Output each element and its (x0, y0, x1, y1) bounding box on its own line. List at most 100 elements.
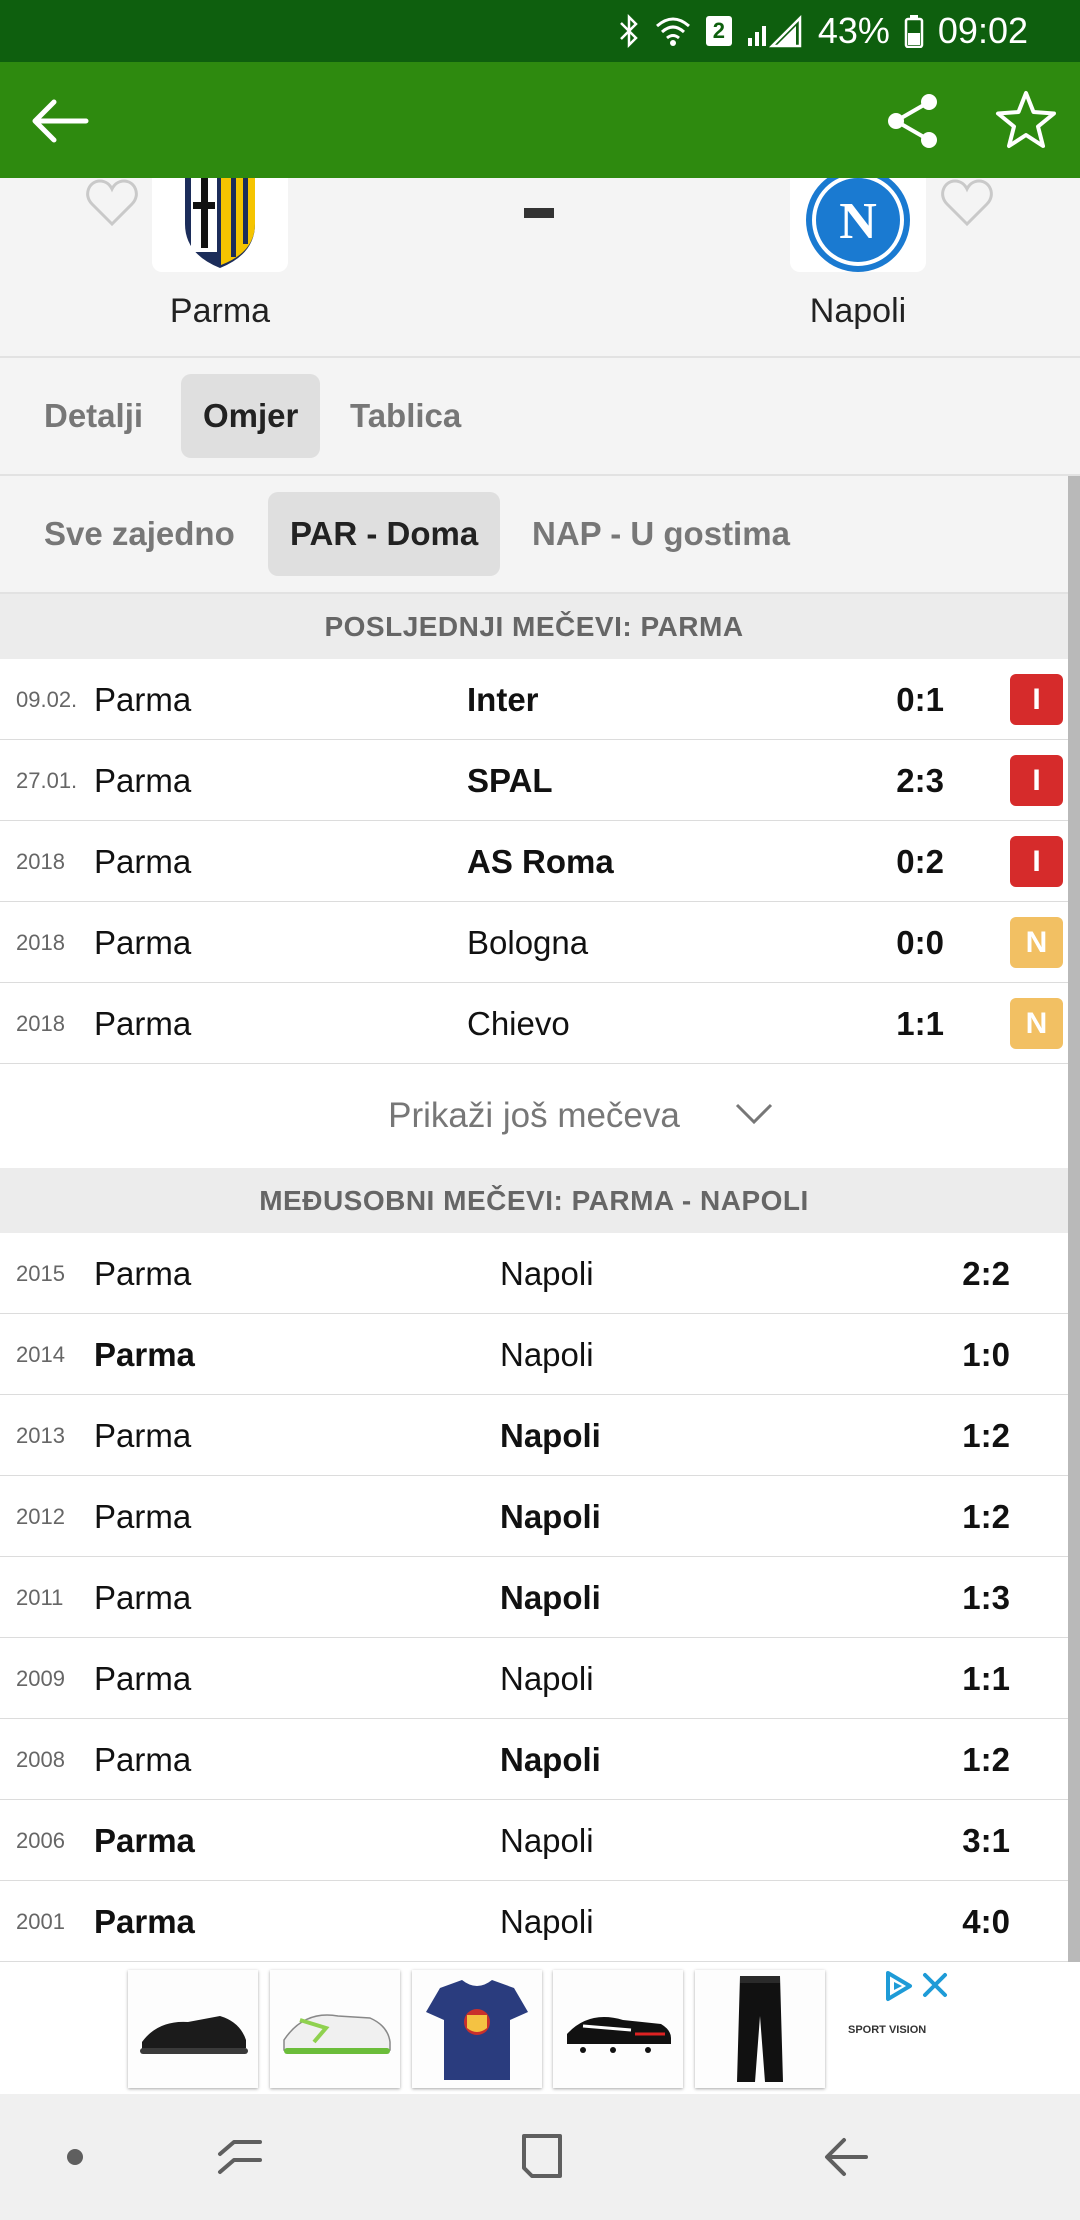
score-separator (524, 208, 554, 218)
h2h-row[interactable]: 2001 Parma Napoli 4:0 (0, 1881, 1068, 1962)
section-title-head-to-head: MEĐUSOBNI MEČEVI: PARMA - NAPOLI (0, 1168, 1068, 1234)
match-away-team: Napoli (500, 1903, 594, 1940)
match-home-team: Parma (94, 1579, 192, 1616)
wifi-badge: 2 (705, 16, 732, 46)
app-bar (0, 62, 1080, 178)
match-row[interactable]: 2018 Parma Chievo 1:1 N (0, 983, 1068, 1064)
match-score: 2:2 (962, 1255, 1010, 1292)
match-score: 1:2 (962, 1417, 1010, 1454)
result-badge: I (1010, 674, 1063, 725)
match-row[interactable]: 2018 Parma AS Roma 0:2 I (0, 821, 1068, 902)
h2h-row[interactable]: 2013 Parma Napoli 1:2 (0, 1395, 1068, 1476)
napoli-logo[interactable]: N (790, 178, 926, 272)
subtab-nap-u-gostima[interactable]: NAP - U gostima (510, 492, 812, 576)
match-year: 2014 (16, 1342, 65, 1367)
sub-tabs: Sve zajedno PAR - Doma NAP - U gostima (0, 476, 1068, 594)
h2h-row[interactable]: 2006 Parma Napoli 3:1 (0, 1800, 1068, 1881)
h2h-row[interactable]: 2012 Parma Napoli 1:2 (0, 1476, 1068, 1557)
tab-omjer[interactable]: Omjer (181, 374, 321, 458)
parma-logo[interactable] (152, 178, 288, 272)
match-score: 1:2 (962, 1741, 1010, 1778)
match-score: 0:0 (896, 924, 944, 961)
match-date: 2018 (16, 930, 65, 955)
match-score: 1:1 (962, 1660, 1010, 1697)
match-date: 27.01. (16, 768, 78, 793)
h2h-row[interactable]: 2008 Parma Napoli 1:2 (0, 1719, 1068, 1800)
back-arrow-icon[interactable] (30, 96, 90, 146)
result-badge: N (1010, 917, 1063, 968)
subtab-sve-zajedno[interactable]: Sve zajedno (22, 492, 257, 576)
ad-brand-logo: SPORT VISION (848, 2024, 927, 2036)
match-score: 1:1 (896, 1005, 944, 1042)
star-icon[interactable] (994, 88, 1058, 152)
heart-icon[interactable] (940, 178, 994, 228)
match-year: 2006 (16, 1828, 65, 1853)
match-home-team: Parma (94, 762, 192, 799)
match-away-team: Napoli (500, 1660, 594, 1697)
subtab-par-doma[interactable]: PAR - Doma (268, 492, 501, 576)
h2h-row[interactable]: 2011 Parma Napoli 1:3 (0, 1557, 1068, 1638)
wifi-icon (654, 15, 692, 47)
h2h-row[interactable]: 2009 Parma Napoli 1:1 (0, 1638, 1068, 1719)
match-score: 1:2 (962, 1498, 1010, 1535)
match-score: 0:1 (896, 681, 944, 718)
home-team-name[interactable]: Parma (70, 292, 370, 331)
result-badge: I (1010, 836, 1063, 887)
ad-item-football-boot[interactable] (553, 1970, 683, 2088)
match-home-team: Parma (94, 1336, 195, 1373)
battery-percent: 43% (817, 10, 890, 51)
match-away-team: Chievo (467, 1005, 570, 1042)
home-icon[interactable] (518, 2132, 566, 2180)
result-badge: I (1010, 755, 1063, 806)
recents-icon[interactable] (216, 2134, 264, 2180)
match-year: 2001 (16, 1909, 65, 1934)
match-year: 2008 (16, 1747, 65, 1772)
clock: 09:02 (937, 10, 1028, 51)
match-away-team: Napoli (500, 1498, 601, 1535)
match-score: 1:0 (962, 1336, 1010, 1373)
tab-detalji[interactable]: Detalji (22, 374, 165, 458)
ad-banner[interactable]: SPORT VISION (0, 1962, 1080, 2094)
back-icon[interactable] (822, 2134, 870, 2180)
ad-item-running-shoe[interactable] (128, 1970, 258, 2088)
match-year: 2013 (16, 1423, 65, 1448)
match-date: 09.02. (16, 687, 78, 712)
match-away-team: Inter (467, 681, 539, 718)
match-row[interactable]: 2018 Parma Bologna 0:0 N (0, 902, 1068, 983)
match-row[interactable]: 09.02. Parma Inter 0:1 I (0, 659, 1068, 740)
napoli-logo-letter: N (839, 193, 877, 250)
match-year: 2015 (16, 1261, 65, 1286)
ad-item-indoor-shoe[interactable] (270, 1970, 400, 2088)
show-more-button[interactable]: Prikaži još mečeva (0, 1064, 1068, 1168)
away-team-name[interactable]: Napoli (708, 292, 1008, 331)
section-title-last-matches: POSLJEDNJI MEČEVI: PARMA (0, 594, 1068, 660)
h2h-row[interactable]: 2015 Parma Napoli 2:2 (0, 1233, 1068, 1314)
match-score: 2:3 (896, 762, 944, 799)
signal-icon (746, 14, 804, 48)
match-year: 2009 (16, 1666, 65, 1691)
ad-item-track-pants[interactable] (695, 1970, 825, 2088)
bluetooth-icon (618, 14, 640, 48)
match-away-team: Napoli (500, 1579, 601, 1616)
match-home-team: Parma (94, 1741, 192, 1778)
tab-tablica[interactable]: Tablica (328, 374, 483, 458)
match-home-team: Parma (94, 1498, 192, 1535)
match-date: 2018 (16, 849, 65, 874)
scrollbar-thumb[interactable] (1068, 476, 1080, 1962)
share-icon[interactable] (884, 92, 942, 150)
status-bar: 2 43% 09:02 (0, 0, 1080, 62)
show-more-label: Prikaži još mečeva (388, 1096, 680, 1135)
match-home-team: Parma (94, 924, 192, 961)
close-icon[interactable] (920, 1970, 950, 2000)
match-score: 3:1 (962, 1822, 1010, 1859)
h2h-row[interactable]: 2014 Parma Napoli 1:0 (0, 1314, 1068, 1395)
match-date: 2018 (16, 1011, 65, 1036)
ad-item-barcelona-tshirt[interactable] (412, 1970, 542, 2088)
adchoices-icon[interactable] (880, 1968, 916, 2004)
match-row[interactable]: 27.01. Parma SPAL 2:3 I (0, 740, 1068, 821)
match-away-team: Napoli (500, 1741, 601, 1778)
dot-icon[interactable] (62, 2144, 88, 2170)
heart-icon[interactable] (85, 178, 139, 228)
match-away-team: Napoli (500, 1255, 594, 1292)
match-year: 2012 (16, 1504, 65, 1529)
